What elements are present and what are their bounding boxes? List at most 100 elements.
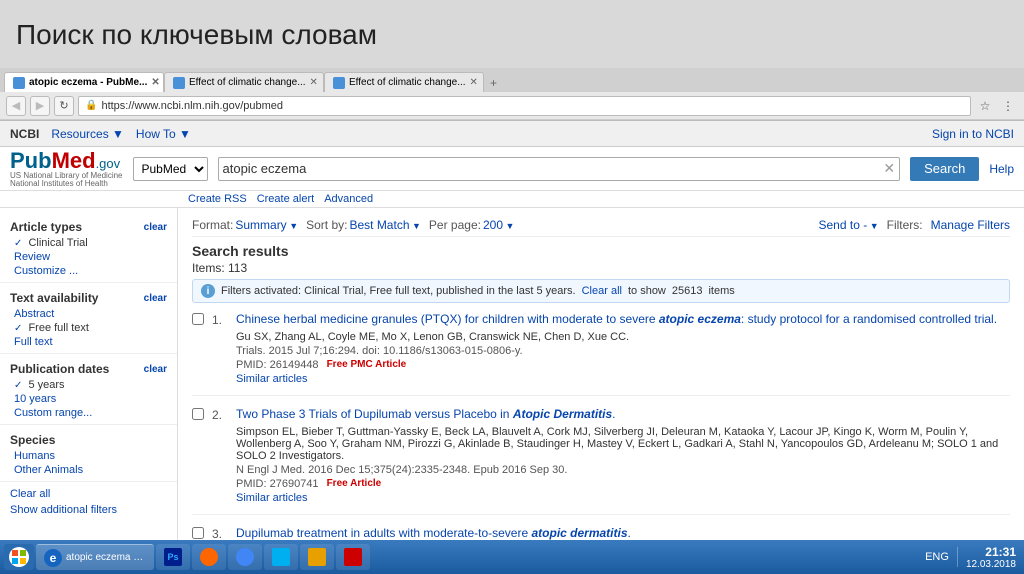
- search-clear-button[interactable]: ✕: [883, 160, 895, 177]
- clear-all-filters-link[interactable]: Clear all: [582, 285, 622, 297]
- sidebar-item-customize[interactable]: Customize ...: [0, 264, 177, 278]
- result-title-3[interactable]: Dupilumab treatment in adults with moder…: [236, 525, 1010, 542]
- filters-label: Filters:: [887, 218, 923, 232]
- pubmed-logo-sub2: National Institutes of Health: [10, 180, 123, 188]
- forward-button[interactable]: ▶: [30, 96, 50, 116]
- sidebar-item-review[interactable]: Review: [0, 250, 177, 264]
- taskbar-right: ENG 21:31 12.03.2018: [925, 545, 1020, 570]
- sidebar-item-humans[interactable]: Humans: [0, 449, 177, 463]
- total-items: 25613: [672, 285, 703, 297]
- filters-info-text: Filters activated: Clinical Trial, Free …: [221, 285, 576, 297]
- new-tab-button[interactable]: +: [484, 74, 503, 92]
- create-rss-link[interactable]: Create RSS: [188, 193, 247, 205]
- show-additional-filters-link[interactable]: Show additional filters: [0, 502, 177, 518]
- perpage-selector: Per page: 200: [429, 218, 515, 232]
- bookmarks-icon[interactable]: ☆: [975, 96, 995, 116]
- settings-icon[interactable]: ⋮: [998, 96, 1018, 116]
- start-button[interactable]: [4, 544, 34, 570]
- tab-favicon: [13, 77, 25, 89]
- article-types-clear[interactable]: clear: [144, 222, 167, 233]
- search-database-select[interactable]: PubMed: [133, 157, 208, 181]
- result-checkbox-1[interactable]: [192, 313, 204, 325]
- manage-filters-link[interactable]: Manage Filters: [931, 218, 1010, 232]
- address-text: https://www.ncbi.nlm.nih.gov/pubmed: [101, 100, 964, 112]
- taskbar-ps[interactable]: Ps: [156, 544, 190, 570]
- text-availability-clear[interactable]: clear: [144, 293, 167, 304]
- tab-label-3: Effect of climatic change...: [349, 77, 466, 88]
- text-availability-title: Text availability: [10, 291, 98, 305]
- search-button[interactable]: Search: [910, 157, 979, 181]
- sidebar: Article types clear ✓ Clinical Trial Rev…: [0, 208, 178, 572]
- publication-dates-section: Publication dates clear: [0, 358, 177, 378]
- result-checkbox-2[interactable]: [192, 408, 204, 420]
- sidebar-item-full-text[interactable]: Full text: [0, 335, 177, 349]
- sidebar-divider-2: [0, 353, 177, 354]
- custom-range-link[interactable]: Custom range...: [14, 407, 92, 419]
- browser-tab-3[interactable]: Effect of climatic change... ✕: [324, 72, 484, 92]
- pubmed-logo: PubMed.gov US National Library of Medici…: [10, 150, 123, 188]
- result-similar-1[interactable]: Similar articles: [236, 373, 1010, 385]
- taskbar-item-6[interactable]: [300, 544, 334, 570]
- taskbar-icon-3: [200, 548, 218, 566]
- result-authors-2: Simpson EL, Bieber T, Guttman-Yassky E, …: [236, 426, 1010, 462]
- full-text-link[interactable]: Full text: [14, 336, 53, 348]
- review-link[interactable]: Review: [14, 251, 50, 263]
- abstract-link[interactable]: Abstract: [14, 308, 54, 320]
- search-input[interactable]: [223, 161, 884, 176]
- tab-close-1[interactable]: ✕: [151, 77, 159, 88]
- tab-label-2: Effect of climatic change...: [189, 77, 306, 88]
- results-toolbar-left: Format: Summary Sort by: Best Match Per …: [192, 218, 514, 232]
- sortby-dropdown[interactable]: Best Match: [349, 218, 420, 232]
- result-number-2: 2.: [212, 406, 228, 504]
- customize-link[interactable]: Customize ...: [14, 265, 78, 277]
- taskbar-item-4[interactable]: [228, 544, 262, 570]
- tab-close-3[interactable]: ✕: [470, 77, 478, 88]
- help-link[interactable]: Help: [989, 162, 1014, 176]
- howto-link[interactable]: How To ▼: [136, 127, 191, 141]
- sidebar-item-other-animals[interactable]: Other Animals: [0, 463, 177, 477]
- back-button[interactable]: ◀: [6, 96, 26, 116]
- taskbar-ie[interactable]: e atopic eczema - PubMe...: [36, 544, 154, 570]
- format-dropdown[interactable]: Summary: [235, 218, 298, 232]
- search-results-title: Search results: [192, 243, 1010, 259]
- result-checkbox-3[interactable]: [192, 527, 204, 539]
- tab-close-2[interactable]: ✕: [310, 77, 318, 88]
- taskbar-item-3[interactable]: [192, 544, 226, 570]
- result-title-1[interactable]: Chinese herbal medicine granules (PTQX) …: [236, 311, 1010, 328]
- clear-all-link[interactable]: Clear all: [0, 486, 177, 502]
- publication-dates-clear[interactable]: clear: [144, 364, 167, 375]
- browser-tab-2[interactable]: Effect of climatic change... ✕: [164, 72, 324, 92]
- ie-taskbar-icon: e: [44, 549, 62, 567]
- sidebar-item-custom-range[interactable]: Custom range...: [0, 406, 177, 420]
- perpage-dropdown[interactable]: 200: [483, 218, 514, 232]
- sidebar-divider-3: [0, 424, 177, 425]
- search-input-wrap: ✕: [218, 157, 901, 181]
- perpage-label: Per page:: [429, 218, 481, 232]
- tab-favicon-3: [333, 77, 345, 89]
- browser-tabs: atopic eczema - PubMe... ✕ Effect of cli…: [0, 68, 1024, 92]
- ten-years-link[interactable]: 10 years: [14, 393, 56, 405]
- title-text: Поиск по ключевым словам: [16, 19, 377, 51]
- advanced-link[interactable]: Advanced: [324, 193, 373, 205]
- sidebar-item-abstract[interactable]: Abstract: [0, 307, 177, 321]
- other-animals-link[interactable]: Other Animals: [14, 464, 83, 476]
- create-alert-link[interactable]: Create alert: [257, 193, 314, 205]
- taskbar-date: 12.03.2018: [966, 559, 1016, 570]
- signin-link[interactable]: Sign in to NCBI: [932, 127, 1014, 141]
- taskbar-item-7[interactable]: [336, 544, 370, 570]
- sidebar-item-clinical-trial[interactable]: ✓ Clinical Trial: [0, 236, 177, 250]
- sidebar-item-10-years[interactable]: 10 years: [0, 392, 177, 406]
- browser-tab-active[interactable]: atopic eczema - PubMe... ✕: [4, 72, 164, 92]
- result-similar-2[interactable]: Similar articles: [236, 492, 1010, 504]
- title-banner: Поиск по ключевым словам: [0, 0, 1024, 68]
- resources-link[interactable]: Resources ▼: [51, 127, 124, 141]
- send-to-button[interactable]: Send to -: [819, 218, 879, 232]
- address-bar[interactable]: 🔒 https://www.ncbi.nlm.nih.gov/pubmed: [78, 96, 971, 116]
- result-title-2[interactable]: Two Phase 3 Trials of Dupilumab versus P…: [236, 406, 1010, 423]
- title-highlight-3: atopic dermatitis: [531, 526, 627, 540]
- humans-link[interactable]: Humans: [14, 450, 55, 462]
- refresh-button[interactable]: ↻: [54, 96, 74, 116]
- sidebar-item-5-years[interactable]: ✓ 5 years: [0, 378, 177, 392]
- sidebar-item-free-full-text[interactable]: ✓ Free full text: [0, 321, 177, 335]
- taskbar-item-5[interactable]: [264, 544, 298, 570]
